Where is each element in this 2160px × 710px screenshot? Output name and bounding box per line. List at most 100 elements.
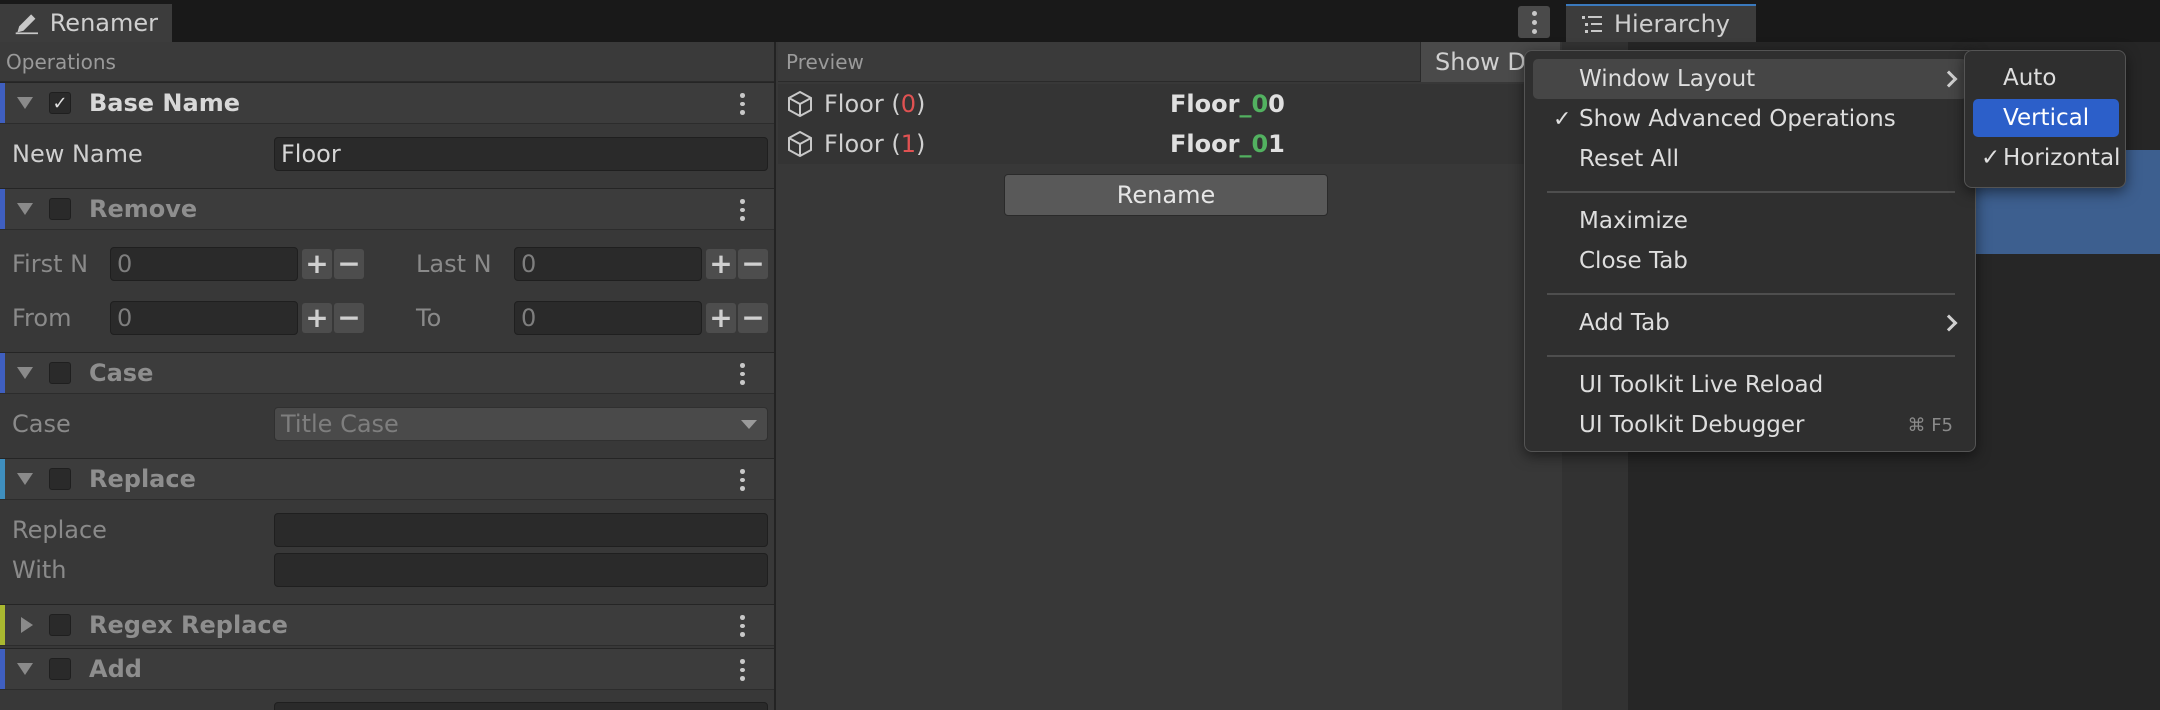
last-n-minus-button[interactable]: − xyxy=(738,249,768,279)
window-layout-submenu: Auto Vertical ✓ Horizontal xyxy=(1964,50,2126,188)
to-input[interactable]: 0 xyxy=(514,301,702,335)
section-menu-icon[interactable] xyxy=(738,659,746,682)
last-n-plus-button[interactable]: + xyxy=(706,249,736,279)
new-name-label: New Name xyxy=(12,140,143,168)
to-label: To xyxy=(416,304,442,332)
replace-input[interactable] xyxy=(274,513,768,547)
first-n-label: First N xyxy=(12,250,89,278)
case-checkbox[interactable] xyxy=(49,362,71,384)
first-n-input[interactable]: 0 xyxy=(110,247,298,281)
dot xyxy=(739,363,745,368)
menu-item-show-advanced[interactable]: ✓ Show Advanced Operations xyxy=(1533,99,1967,139)
replace-row: Replace xyxy=(0,510,774,550)
add-input[interactable] xyxy=(274,702,768,710)
section-remove[interactable]: Remove xyxy=(0,188,774,230)
collapse-arrow-icon[interactable] xyxy=(17,663,33,675)
replace-checkbox[interactable] xyxy=(49,468,71,490)
menu-item-maximize[interactable]: Maximize xyxy=(1533,201,1967,241)
operations-panel: Operations ✓ Base Name New Name Floor Re… xyxy=(0,42,776,710)
keyboard-shortcut: ⌘ F5 xyxy=(1907,414,1953,436)
first-n-plus-button[interactable]: + xyxy=(302,249,332,279)
dot xyxy=(739,469,745,474)
from-minus-button[interactable]: − xyxy=(334,303,364,333)
menu-separator xyxy=(1547,191,1955,193)
section-menu-icon[interactable] xyxy=(738,469,746,492)
section-menu-icon[interactable] xyxy=(738,199,746,222)
section-regex-replace[interactable]: Regex Replace xyxy=(0,604,774,646)
section-replace[interactable]: Replace xyxy=(0,458,774,500)
tab-options-button[interactable] xyxy=(1518,6,1550,38)
case-dropdown[interactable]: Title Case xyxy=(274,407,768,441)
with-label: With xyxy=(12,556,67,584)
new-name-input[interactable]: Floor xyxy=(274,137,768,171)
preview-row[interactable]: Floor (1) Floor_01 xyxy=(778,124,1560,164)
first-n-minus-button[interactable]: − xyxy=(334,249,364,279)
section-menu-icon[interactable] xyxy=(738,363,746,386)
section-color-bar xyxy=(0,649,5,689)
preview-row[interactable]: Floor (0) Floor_00 xyxy=(778,84,1560,124)
tab-hierarchy[interactable]: Hierarchy xyxy=(1566,4,1756,42)
collapse-arrow-icon[interactable] xyxy=(17,367,33,379)
collapse-arrow-icon[interactable] xyxy=(17,203,33,215)
to-plus-button[interactable]: + xyxy=(706,303,736,333)
layout-option-auto[interactable]: Auto xyxy=(1973,59,2119,97)
menu-item-label: Reset All xyxy=(1579,146,1680,172)
base-name-checkbox[interactable]: ✓ xyxy=(49,92,71,114)
layout-option-vertical[interactable]: Vertical xyxy=(1973,99,2119,137)
menu-separator xyxy=(1547,355,1955,357)
dot xyxy=(739,93,745,98)
new-base: Floor xyxy=(1170,130,1240,158)
menu-separator xyxy=(1547,293,1955,295)
dot xyxy=(739,486,745,492)
new-name: Floor_01 xyxy=(1170,130,1285,158)
section-title: Add xyxy=(89,655,142,683)
add-checkbox[interactable] xyxy=(49,658,71,680)
dot xyxy=(739,199,745,204)
with-input[interactable] xyxy=(274,553,768,587)
new-name: Floor_00 xyxy=(1170,90,1285,118)
menu-item-debugger[interactable]: UI Toolkit Debugger ⌘ F5 xyxy=(1533,405,1967,445)
section-add[interactable]: Add xyxy=(0,648,774,690)
menu-item-window-layout[interactable]: Window Layout xyxy=(1533,59,1967,99)
dot xyxy=(739,623,745,629)
menu-item-label: Maximize xyxy=(1579,208,1688,234)
dot xyxy=(739,477,745,483)
section-case[interactable]: Case xyxy=(0,352,774,394)
chevron-down-icon xyxy=(741,420,757,429)
section-color-bar xyxy=(0,353,5,393)
tab-renamer[interactable]: Renamer xyxy=(0,4,172,42)
section-base-name[interactable]: ✓ Base Name xyxy=(0,82,774,124)
section-color-bar xyxy=(0,605,5,645)
section-color-bar xyxy=(0,459,5,499)
dot xyxy=(739,676,745,682)
dot xyxy=(739,380,745,386)
section-menu-icon[interactable] xyxy=(738,615,746,638)
expand-arrow-icon[interactable] xyxy=(21,617,33,633)
new-tail: 1 xyxy=(1268,130,1285,158)
menu-item-add-tab[interactable]: Add Tab xyxy=(1533,303,1967,343)
check-icon: ✓ xyxy=(1981,145,2001,171)
to-minus-button[interactable]: − xyxy=(738,303,768,333)
regex-replace-checkbox[interactable] xyxy=(49,614,71,636)
layout-option-horizontal[interactable]: ✓ Horizontal xyxy=(1973,139,2120,177)
cube-icon xyxy=(788,130,812,158)
last-n-input[interactable]: 0 xyxy=(514,247,702,281)
dot xyxy=(739,101,745,107)
rename-button[interactable]: Rename xyxy=(1004,174,1328,216)
section-menu-icon[interactable] xyxy=(738,93,746,116)
from-plus-button[interactable]: + xyxy=(302,303,332,333)
menu-item-live-reload[interactable]: UI Toolkit Live Reload xyxy=(1533,365,1967,405)
menu-item-close-tab[interactable]: Close Tab xyxy=(1533,241,1967,281)
original-base: Floor xyxy=(824,130,892,158)
pencil-icon xyxy=(15,14,38,35)
original-paren: ( xyxy=(891,90,901,118)
tab-renamer-label: Renamer xyxy=(49,9,158,37)
collapse-arrow-icon[interactable] xyxy=(17,473,33,485)
collapse-arrow-icon[interactable] xyxy=(17,97,33,109)
menu-item-label: Auto xyxy=(2003,65,2057,91)
section-color-bar xyxy=(0,189,5,229)
original-name: Floor (1) xyxy=(824,130,925,158)
remove-checkbox[interactable] xyxy=(49,198,71,220)
from-input[interactable]: 0 xyxy=(110,301,298,335)
menu-item-reset-all[interactable]: Reset All xyxy=(1533,139,1967,179)
